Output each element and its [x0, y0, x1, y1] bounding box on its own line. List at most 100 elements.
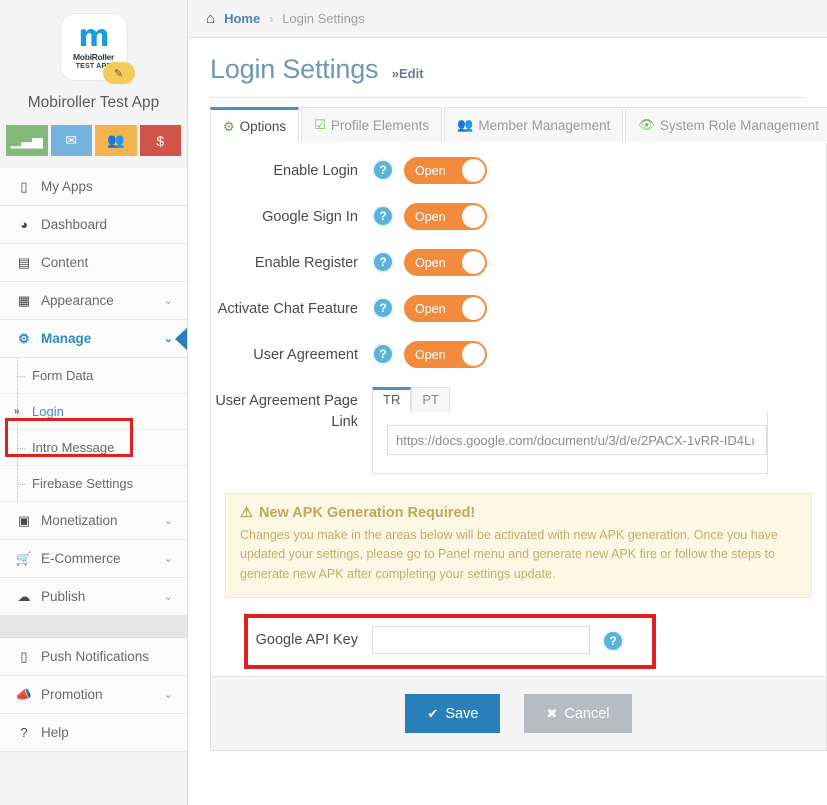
cart-icon: 🛒	[15, 550, 33, 566]
form-row-user-agreement-page-link: User Agreement Page Link TR PT	[211, 387, 826, 474]
sidebar-subitem-label: Login	[32, 404, 64, 419]
current-page-marker-icon: »	[14, 406, 20, 417]
times-icon: ✖	[546, 705, 558, 721]
sidebar-item-label: My Apps	[41, 179, 93, 194]
bar-chart-icon[interactable]: ▁▃▅	[6, 125, 48, 156]
dollar-icon[interactable]: $	[139, 125, 181, 156]
agreement-lang-block: TR PT	[372, 387, 768, 474]
help-icon[interactable]: ?	[372, 205, 394, 227]
sidebar-subitem-label: Firebase Settings	[32, 476, 134, 491]
sidebar-subitem-label: Form Data	[32, 368, 94, 383]
save-button[interactable]: ✔ Save	[405, 694, 501, 733]
form-row-enable-register: Enable Register ? Open	[211, 249, 826, 276]
sidebar-item-label: Appearance	[41, 293, 114, 308]
cloud-upload-icon: ☁	[17, 588, 31, 604]
app-logo: m MobiRoller TEST APP ✎	[60, 14, 135, 84]
sidebar-subitem-intro-message[interactable]: Intro Message	[0, 430, 187, 466]
breadcrumb-current: Login Settings	[282, 11, 365, 26]
help-icon[interactable]: ?	[602, 630, 624, 653]
sidebar-item-help[interactable]: ? Help	[0, 714, 187, 752]
tab-options[interactable]: ⚙ Options	[210, 107, 300, 143]
field-label: Enable Register	[254, 255, 358, 271]
google-api-key-input[interactable]	[372, 626, 590, 655]
dashboard-icon: ◕	[20, 217, 28, 232]
toggle-knob	[462, 205, 485, 228]
gear-icon: ⚙	[223, 118, 235, 134]
sidebar-item-content[interactable]: ▤ Content	[0, 244, 187, 282]
page-subtitle: »Edit	[391, 66, 424, 81]
help-icon[interactable]: ?	[372, 297, 394, 319]
cancel-button[interactable]: ✖ Cancel	[524, 694, 632, 733]
pencil-icon[interactable]: ✎	[102, 62, 135, 84]
form-row-activate-chat-feature: Activate Chat Feature ? Open	[211, 295, 826, 322]
app-logo-container: m MobiRoller TEST APP ✎	[0, 0, 187, 84]
sidebar-item-label: Publish	[41, 589, 86, 604]
mobile-icon: ▯	[20, 178, 28, 194]
toggle-google-sign-in[interactable]: Open	[404, 203, 487, 230]
field-label: Google API Key	[255, 632, 358, 649]
form-row-google-sign-in: Google Sign In ? Open	[211, 203, 826, 230]
sidebar-subitem-login[interactable]: » Login	[0, 394, 187, 430]
form-row-google-api-key: Google API Key ?	[211, 614, 826, 666]
tab-member-management[interactable]: 👥 Member Management	[444, 107, 624, 142]
lang-tab-label: PT	[422, 392, 439, 407]
language-panel-tr	[372, 411, 768, 474]
sidebar-item-e-commerce[interactable]: 🛒 E-Commerce ⌄	[0, 540, 187, 578]
page-title: Login Settings	[210, 54, 379, 84]
chevron-down-icon: ⌄	[163, 515, 173, 527]
toggle-state-label: Open	[415, 347, 446, 362]
user-agreement-url-input[interactable]	[387, 425, 767, 455]
toggle-enable-login[interactable]: Open	[404, 157, 487, 184]
sidebar-item-my-apps[interactable]: ▯ My Apps	[0, 168, 187, 206]
tab-label: System Role Management	[659, 117, 819, 133]
toggle-state-label: Open	[415, 209, 446, 224]
help-icon[interactable]: ?	[372, 343, 394, 365]
sidebar-item-promotion[interactable]: 📣 Promotion ⌄	[0, 676, 187, 714]
sidebar-subitem-label: Intro Message	[32, 440, 115, 455]
form-row-enable-login: Enable Login ? Open	[211, 157, 826, 184]
breadcrumb-home-link[interactable]: Home	[224, 11, 260, 26]
lang-tab-label: TR	[383, 392, 401, 407]
language-tab-bar: TR PT	[372, 387, 768, 412]
sidebar-subitem-firebase-settings[interactable]: Firebase Settings	[0, 466, 187, 502]
sidebar-item-dashboard[interactable]: ◕ Dashboard	[0, 206, 187, 244]
sidebar-item-appearance[interactable]: ▦ Appearance ⌄	[0, 282, 187, 320]
tree-dash-icon	[17, 447, 25, 449]
toggle-user-agreement[interactable]: Open	[404, 341, 487, 368]
app-name: Mobiroller Test App	[27, 94, 160, 111]
sidebar: m MobiRoller TEST APP ✎ Mobiroller Test …	[0, 0, 188, 805]
envelope-icon[interactable]: ✉	[50, 125, 92, 156]
tab-system-role-management[interactable]: 👁 System Role Management	[625, 107, 827, 142]
tree-dash-icon	[17, 483, 25, 485]
toggle-knob	[462, 343, 485, 366]
field-label: Google Sign In	[262, 209, 358, 225]
toggle-knob	[462, 251, 485, 274]
app-root: m MobiRoller TEST APP ✎ Mobiroller Test …	[0, 0, 827, 805]
users-icon[interactable]: 👥	[95, 125, 137, 156]
sidebar-subitem-form-data[interactable]: Form Data	[0, 358, 187, 394]
lang-tab-tr[interactable]: TR	[372, 387, 412, 412]
sidebar-item-label: E-Commerce	[41, 551, 121, 566]
toggle-state-label: Open	[415, 255, 446, 270]
sidebar-item-push-notifications[interactable]: ▯ Push Notifications	[0, 638, 187, 676]
lang-tab-pt[interactable]: PT	[411, 387, 450, 412]
sidebar-item-manage[interactable]: ⚙ Manage ⌄	[0, 320, 187, 358]
help-icon[interactable]: ?	[372, 251, 394, 273]
warning-triangle-icon: ⚠	[240, 505, 253, 521]
toggle-enable-register[interactable]: Open	[404, 249, 487, 276]
help-icon[interactable]: ?	[372, 159, 394, 181]
tab-label: Options	[239, 119, 287, 134]
money-icon: ▣	[17, 512, 31, 528]
toggle-activate-chat-feature[interactable]: Open	[404, 295, 487, 322]
sidebar-divider	[0, 616, 187, 638]
check-icon: ✔	[427, 705, 439, 721]
question-icon: ?	[20, 725, 28, 740]
tab-profile-elements[interactable]: ☑ Profile Elements	[301, 107, 443, 142]
mobile-icon: ▯	[20, 648, 28, 664]
google-api-key-zone: Google API Key ?	[211, 614, 826, 670]
tab-label: Member Management	[478, 117, 611, 133]
sidebar-item-monetization[interactable]: ▣ Monetization ⌄	[0, 502, 187, 540]
sidebar-item-label: Dashboard	[41, 217, 108, 232]
sidebar-item-publish[interactable]: ☁ Publish ⌄	[0, 578, 187, 616]
edit-square-icon: ▤	[17, 254, 31, 270]
